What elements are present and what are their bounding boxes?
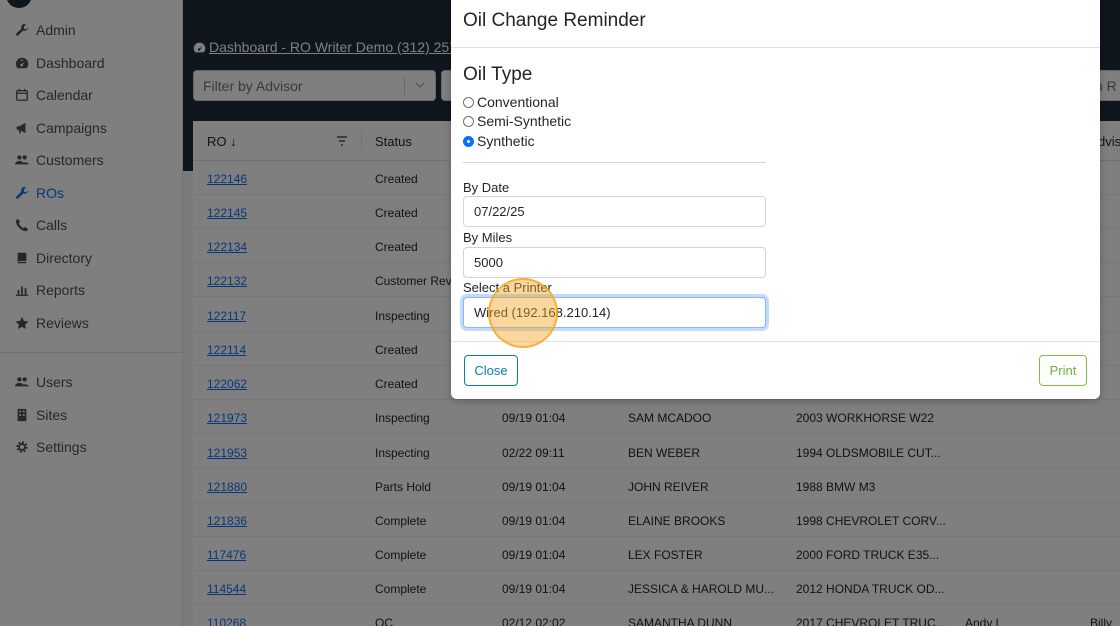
- radio-synthetic[interactable]: Synthetic: [463, 133, 535, 149]
- radio-label: Synthetic: [477, 133, 535, 149]
- radio-semi-synthetic[interactable]: Semi-Synthetic: [463, 113, 571, 129]
- radio-button[interactable]: [463, 96, 474, 108]
- by-date-label: By Date: [463, 180, 510, 195]
- by-miles-input[interactable]: 5000: [463, 247, 766, 278]
- by-miles-label: By Miles: [463, 230, 513, 245]
- oil-type-heading: Oil Type: [463, 64, 533, 85]
- by-date-input[interactable]: 07/22/25: [463, 196, 766, 227]
- modal-footer-divider: [451, 341, 1100, 342]
- radio-conventional[interactable]: Conventional: [463, 94, 559, 110]
- radio-label: Semi-Synthetic: [477, 113, 572, 129]
- print-button[interactable]: Print: [1039, 355, 1087, 386]
- radio-button[interactable]: [463, 115, 474, 127]
- oil-change-reminder-modal: Oil Change Reminder Oil Type Conventiona…: [451, 0, 1100, 399]
- radio-button-checked[interactable]: [463, 135, 474, 147]
- click-indicator: [488, 278, 558, 348]
- modal-header: Oil Change Reminder: [451, 0, 1100, 48]
- divider: [463, 162, 766, 163]
- radio-label: Conventional: [477, 94, 559, 110]
- close-button[interactable]: Close: [464, 355, 518, 386]
- modal-title: Oil Change Reminder: [463, 10, 646, 31]
